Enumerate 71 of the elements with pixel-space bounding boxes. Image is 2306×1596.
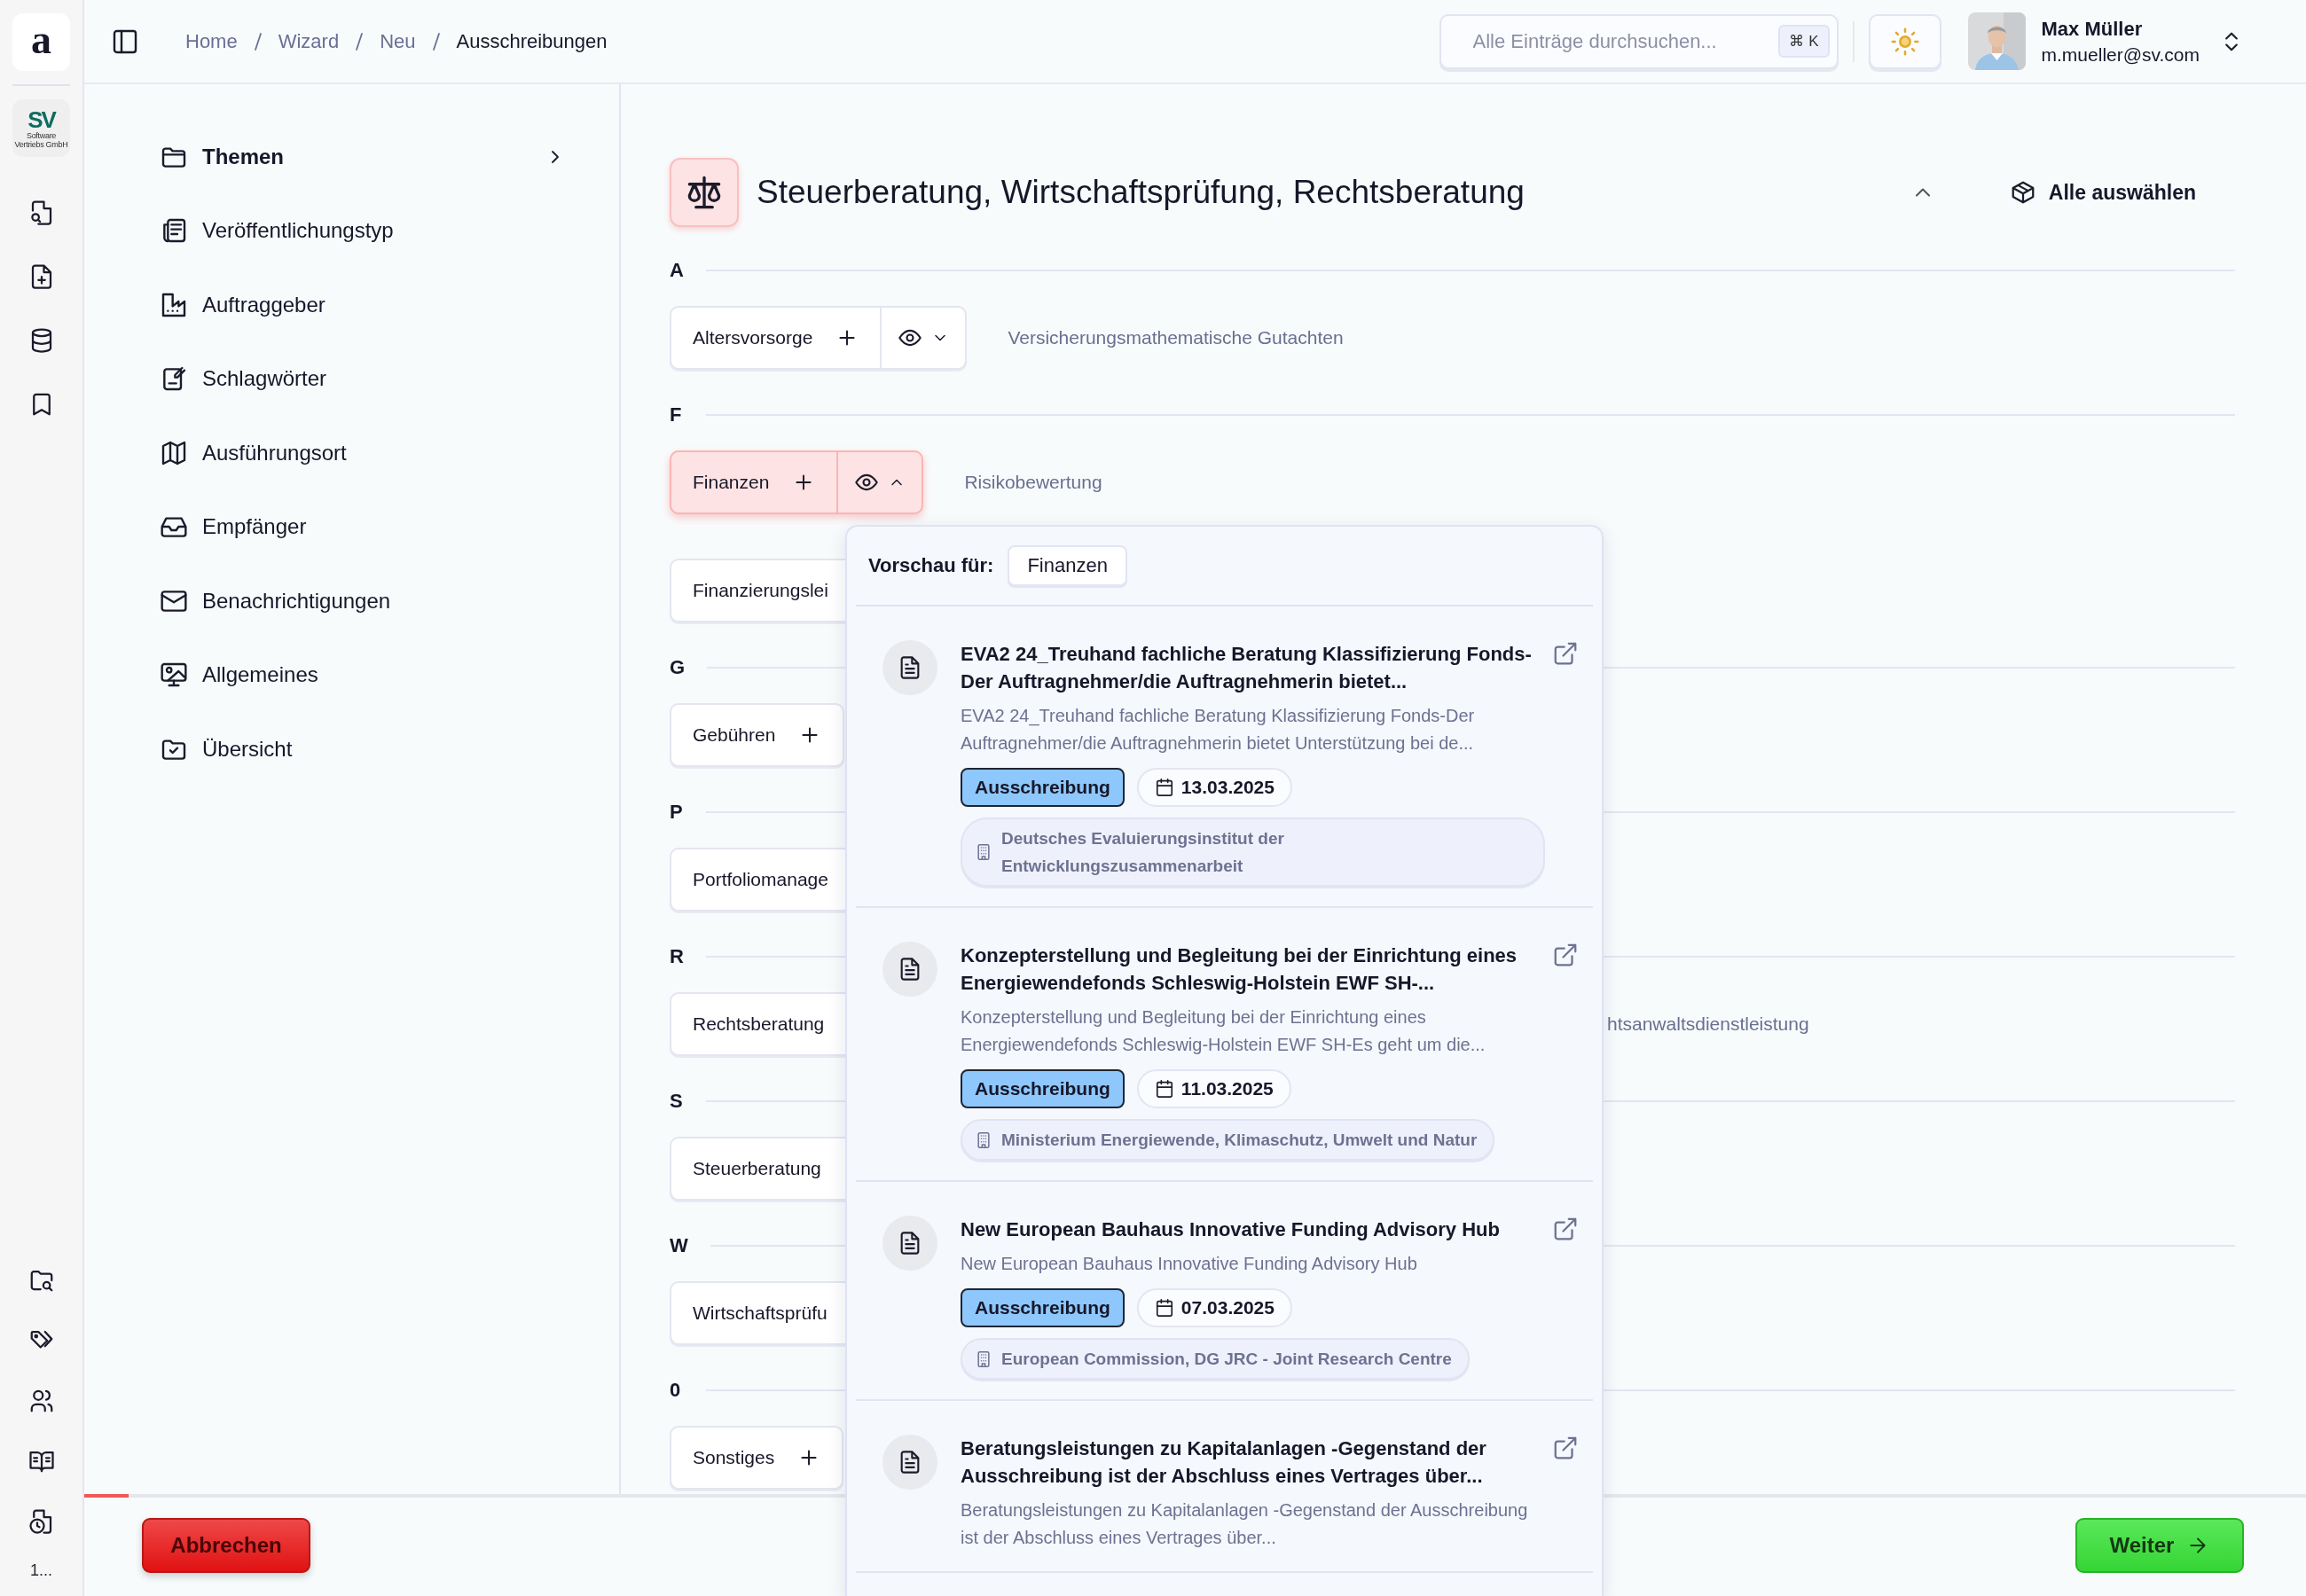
- building-icon: [975, 843, 992, 861]
- topic-note: Risikobewertung: [964, 472, 1102, 493]
- calendar-icon: [1154, 1079, 1174, 1099]
- wizard-step[interactable]: Themen: [160, 120, 566, 194]
- date-tag: 13.03.2025: [1136, 768, 1292, 807]
- breadcrumb-link[interactable]: Neu: [380, 29, 416, 53]
- breadcrumb-separator-icon: [431, 30, 441, 52]
- external-link-icon[interactable]: [1552, 1435, 1579, 1461]
- external-link-icon[interactable]: [1552, 942, 1579, 968]
- topic-note: Versicherungsmathematische Gutachten: [1008, 327, 1344, 348]
- type-tag: Ausschreibung: [961, 1069, 1125, 1108]
- external-link-icon[interactable]: [1552, 640, 1579, 667]
- sun-icon: [1889, 26, 1920, 57]
- result-title[interactable]: Konzepterstellung und Begleitung bei der Einrichtung eines Energiewendefonds Schleswig-Holstein EWF SH-...: [961, 942, 1545, 997]
- topic-chip[interactable]: Gebühren: [671, 705, 843, 765]
- breadcrumb-link[interactable]: Ausschreibungen: [456, 29, 608, 53]
- result-description: Konzepterstellung und Begleitung bei der Einrichtung eines Energiewendefonds Schleswig-Holstein EWF SH-Es geht um die...: [961, 1006, 1486, 1056]
- building-icon: [975, 1350, 992, 1368]
- result-title[interactable]: EVA2 24_Treuhand fachliche Beratung Klassifizierung Fonds-Der Auftragnehmer/die Auftragnehmerin bietet...: [961, 640, 1545, 695]
- date-tag: 11.03.2025: [1136, 1069, 1291, 1108]
- preview-topic-tag: Finanzen: [1008, 545, 1127, 586]
- result-title[interactable]: New European Bauhaus Innovative Funding Advisory Hub: [961, 1216, 1545, 1243]
- wizard-step[interactable]: Übersicht: [160, 712, 566, 786]
- scale-icon: [670, 158, 739, 227]
- wizard-step[interactable]: Auftraggeber: [160, 268, 566, 342]
- result-description: Beratungsleistungen zu Kapitalanlagen -Gegenstand der Ausschreibung ist der Abschluss eines Vertrages über...: [961, 1499, 1529, 1549]
- wizard-step[interactable]: Benachrichtigungen: [160, 564, 566, 638]
- organization-tag: European Commission, DG JRC - Joint Research Centre: [961, 1338, 1470, 1380]
- group-letter: A: [670, 259, 684, 282]
- organization-tag: Deutsches Evaluierungsinstitut der Entwicklungszusammenarbeit: [961, 818, 1545, 887]
- wizard-step[interactable]: Empfänger: [160, 489, 566, 564]
- breadcrumb-link[interactable]: Wizard: [278, 29, 340, 53]
- version-label: 1...: [30, 1561, 52, 1580]
- breadcrumb-separator-icon: [355, 30, 365, 52]
- wizard-step[interactable]: Ausführungsort: [160, 416, 566, 490]
- type-tag: Ausschreibung: [961, 768, 1125, 807]
- group-letter: S: [670, 1090, 684, 1113]
- user-name: Max Müller: [2041, 17, 2144, 41]
- type-tag: Ausschreibung: [961, 1288, 1125, 1327]
- result-description: New European Bauhaus Innovative Funding Advisory Hub: [961, 1253, 1418, 1275]
- shortcut-key: ⌘ K: [1778, 24, 1830, 58]
- organization-tag: Ministerium Energiewende, Klimaschutz, Umwelt und Natur: [961, 1119, 1495, 1161]
- group-letter: P: [670, 801, 684, 824]
- next-button[interactable]: Weiter: [2075, 1517, 2244, 1573]
- group-letter: F: [670, 403, 683, 426]
- topic-chip[interactable]: Sonstiges: [671, 1428, 843, 1488]
- group-letter: G: [670, 656, 686, 679]
- select-all-button[interactable]: Alle auswählen: [2005, 172, 2200, 213]
- calendar-icon: [1154, 778, 1174, 797]
- calendar-icon: [1154, 1298, 1174, 1318]
- group-letter: W: [670, 1234, 688, 1257]
- theme-toggle-button[interactable]: [1868, 13, 1941, 69]
- app-logo[interactable]: a: [12, 13, 70, 71]
- building-icon: [975, 1130, 992, 1149]
- cancel-button[interactable]: Abbrechen: [142, 1517, 310, 1573]
- result-description: EVA2 24_Treuhand fachliche Beratung Klassifizierung Fonds-Der Auftragnehmer/die Auftragnehmerin bietet Unterstützung bei de...: [961, 705, 1476, 755]
- wizard-step[interactable]: Veröffentlichungstyp: [160, 193, 566, 268]
- external-link-icon[interactable]: [1552, 1216, 1579, 1242]
- group-letter: R: [670, 945, 684, 968]
- group-letter: 0: [670, 1379, 682, 1402]
- breadcrumb-link[interactable]: Home: [185, 29, 238, 53]
- wizard-step[interactable]: Allgemeines: [160, 638, 566, 712]
- company-logo: SV Software Vertriebs GmbH: [12, 99, 70, 157]
- user-email: m.mueller@sv.com: [2041, 43, 2200, 66]
- preview-label: Vorschau für:: [868, 554, 994, 577]
- date-tag: 07.03.2025: [1136, 1288, 1292, 1327]
- section-title: Steuerberatung, Wirtschaftsprüfung, Rechtsberatung: [757, 174, 1525, 211]
- topic-note: htsanwaltsdienstleistung: [1607, 1013, 1810, 1035]
- breadcrumb-separator-icon: [253, 30, 263, 52]
- result-title[interactable]: Beratungsleistungen zu Kapitalanlagen -Gegenstand der Ausschreibung ist der Abschluss eines Vertrages über...: [961, 1435, 1545, 1490]
- wizard-step[interactable]: Schlagwörter: [160, 341, 566, 416]
